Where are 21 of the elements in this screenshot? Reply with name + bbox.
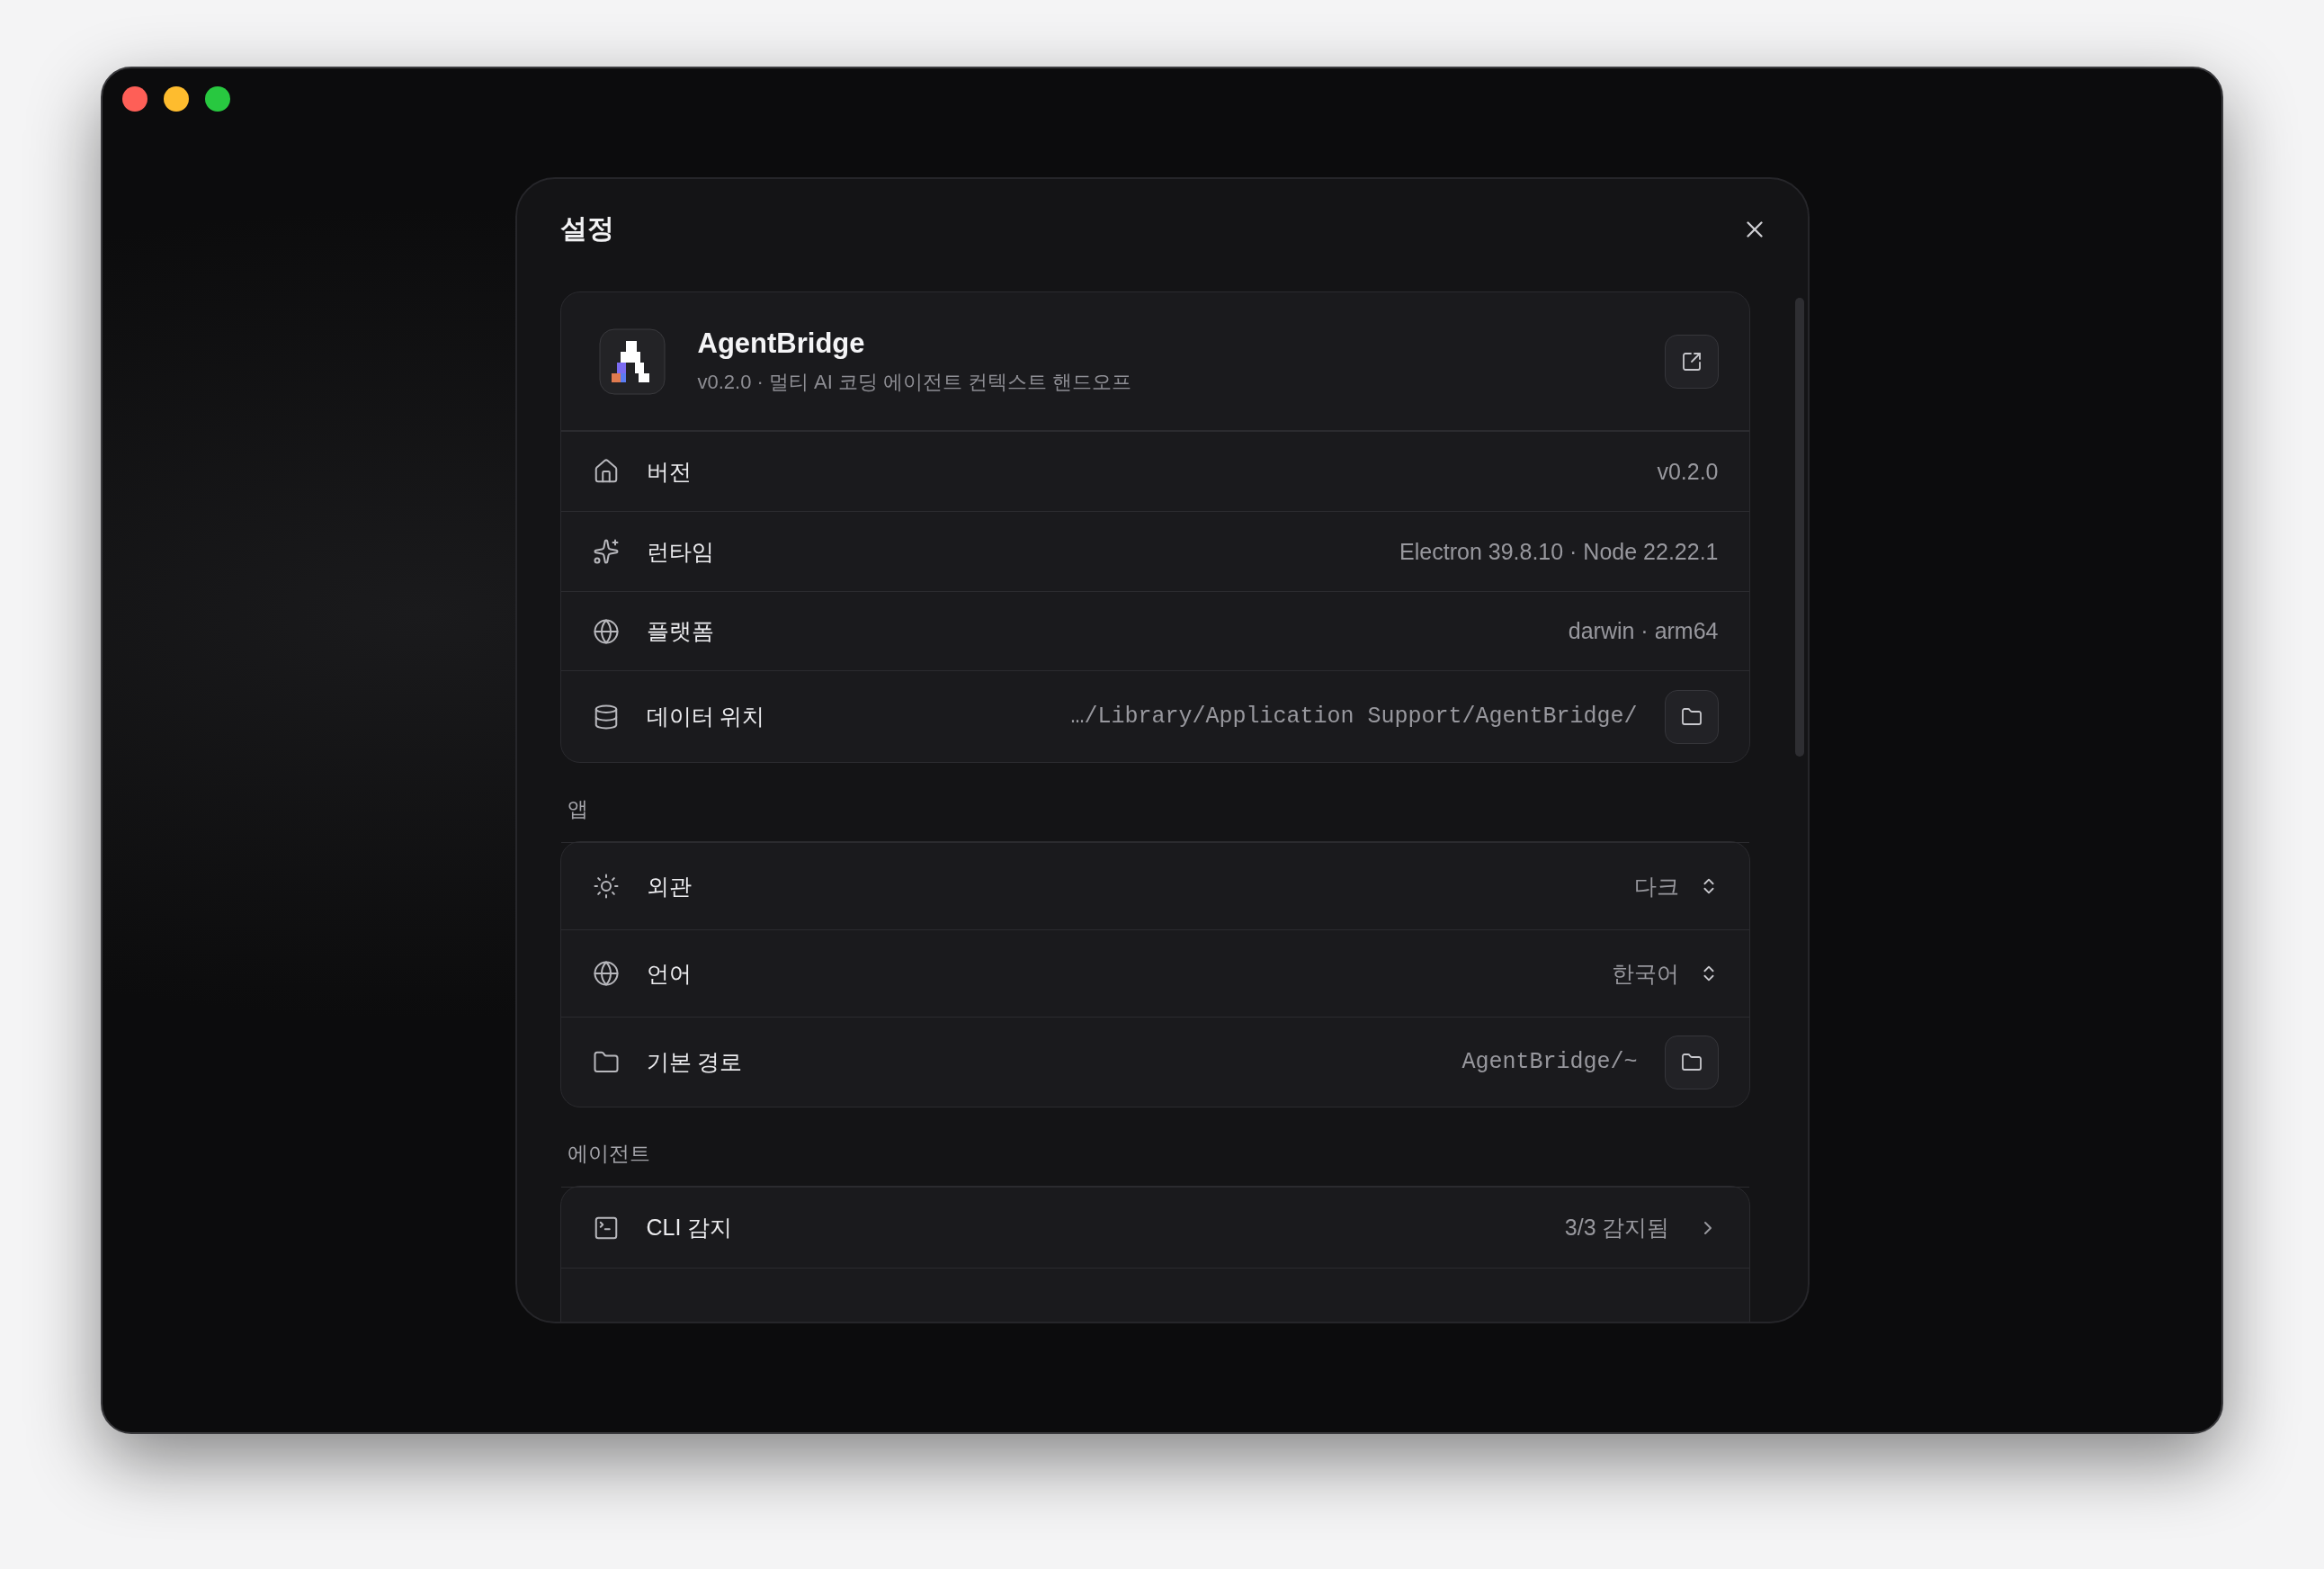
row-value: v0.2.0 — [1657, 458, 1719, 485]
path-value: AgentBridge/~ — [1461, 1049, 1638, 1075]
section-title: 앱 — [566, 796, 589, 822]
row-value: darwin · arm64 — [1568, 618, 1719, 644]
select-control[interactable]: 한국어 — [1611, 958, 1719, 989]
row-label: 런타임 — [646, 537, 715, 566]
select-control[interactable]: 다크 — [1633, 871, 1719, 901]
row-label: 언어 — [646, 959, 693, 988]
row-label: 데이터 위치 — [646, 703, 766, 731]
row-value: 3/3 감지됨 — [1564, 1214, 1670, 1242]
row-value: Electron 39.8.10 · Node 22.22.1 — [1399, 538, 1719, 565]
row-label: CLI 감지 — [646, 1214, 734, 1242]
section-title: 에이전트 — [566, 1141, 651, 1167]
app-name: AgentBridge — [697, 327, 866, 360]
app-subtitle: v0.2.0 · 멀티 AI 코딩 에이전트 컨텍스트 핸드오프 — [697, 369, 1133, 395]
row-label: 기본 경로 — [646, 1048, 744, 1076]
dialog-title: 설정 — [559, 212, 614, 245]
row-label: 외관 — [646, 872, 693, 901]
path-value: …/Library/Application Support/AgentBridge/ — [1070, 704, 1638, 730]
row-label: 플랫폼 — [646, 617, 715, 645]
row-label: 버전 — [646, 457, 693, 486]
